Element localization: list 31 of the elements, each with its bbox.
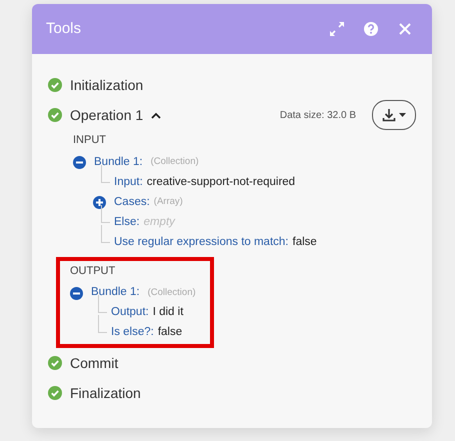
data-size: Data size: 32.0 B bbox=[280, 108, 356, 122]
panel-title: Tools bbox=[46, 18, 82, 39]
field-value: false bbox=[158, 325, 182, 340]
step-label: Initialization bbox=[70, 76, 144, 94]
field-key: Output: bbox=[111, 304, 149, 322]
chevron-icon[interactable] bbox=[151, 111, 162, 119]
bundle-label: Bundle 1: bbox=[94, 154, 143, 170]
field-value: false bbox=[292, 234, 317, 250]
field-key: Is else?: bbox=[111, 324, 154, 342]
field-key: Cases: bbox=[114, 194, 150, 212]
type-label: (Collection) bbox=[148, 286, 196, 300]
collapse-icon[interactable] bbox=[73, 156, 86, 169]
collapse-icon[interactable] bbox=[70, 286, 83, 300]
type-label: (Collection) bbox=[150, 155, 199, 170]
type-label: (Array) bbox=[154, 195, 183, 210]
step-label: Operation 1 bbox=[70, 106, 144, 125]
caret-icon bbox=[399, 113, 406, 117]
download-icon bbox=[382, 108, 396, 122]
section-heading: OUTPUT bbox=[70, 264, 116, 278]
empty-value: empty bbox=[144, 214, 175, 230]
field-key: Input: bbox=[114, 174, 143, 192]
field-key: Else: bbox=[114, 214, 140, 232]
section-heading: INPUT bbox=[73, 133, 107, 148]
field-value: I did it bbox=[152, 305, 184, 320]
step-label: Finalization bbox=[70, 384, 141, 402]
expand-icon[interactable] bbox=[93, 196, 106, 209]
bundle-label: Bundle 1: bbox=[91, 285, 140, 300]
step-label: Commit bbox=[70, 354, 118, 372]
field-value: creative-support-not-required bbox=[146, 174, 296, 190]
field-key: Use regular expressions to match: bbox=[114, 234, 288, 252]
download-button[interactable] bbox=[372, 100, 416, 130]
